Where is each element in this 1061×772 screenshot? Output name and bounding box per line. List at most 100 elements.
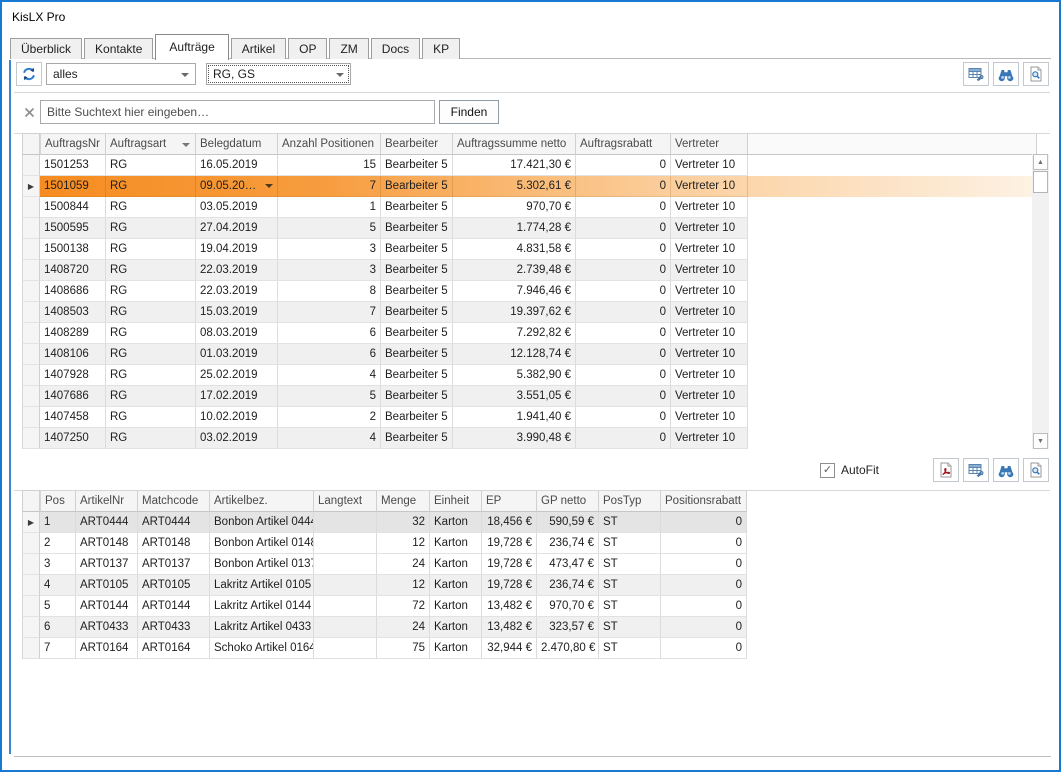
- table-row[interactable]: ▶1ART0444ART0444Bonbon Artikel 044432Kar…: [22, 512, 747, 533]
- column-header-bearbeiter[interactable]: Bearbeiter: [381, 133, 453, 155]
- table-cell-auftragsnr[interactable]: 1500595: [40, 218, 106, 239]
- scroll-up-button[interactable]: ▲: [1033, 154, 1048, 170]
- table-cell-summe[interactable]: 12.128,74 €: [453, 344, 576, 365]
- column-header-auftragsnr[interactable]: AuftragsNr: [40, 133, 106, 155]
- table-cell-artikelnr[interactable]: ART0144: [76, 596, 138, 617]
- doctype-filter-combo[interactable]: RG, GS: [206, 63, 351, 85]
- table-cell-pos[interactable]: 4: [40, 575, 76, 596]
- table-cell-bearbeiter[interactable]: Bearbeiter 5: [381, 239, 453, 260]
- table-cell-anzahl[interactable]: 4: [278, 428, 381, 449]
- search-binoculars-button[interactable]: [993, 62, 1019, 86]
- table-row[interactable]: 6ART0433ART0433Lakritz Artikel 043324Kar…: [22, 617, 747, 638]
- grid-settings-button[interactable]: [963, 458, 989, 482]
- table-row[interactable]: 1408503RG15.03.20197Bearbeiter 519.397,6…: [22, 302, 1037, 323]
- table-cell-anzahl[interactable]: 15: [278, 155, 381, 176]
- table-cell-summe[interactable]: 5.302,61 €: [453, 176, 576, 197]
- table-cell-auftragsart[interactable]: RG: [106, 281, 196, 302]
- table-cell-bearbeiter[interactable]: Bearbeiter 5: [381, 155, 453, 176]
- table-row[interactable]: 5ART0144ART0144Lakritz Artikel 014472Kar…: [22, 596, 747, 617]
- table-cell-einheit[interactable]: Karton: [430, 533, 482, 554]
- table-cell-langtext[interactable]: [314, 575, 377, 596]
- table-cell-vertreter[interactable]: Vertreter 10: [671, 386, 748, 407]
- table-cell-vertreter[interactable]: Vertreter 10: [671, 155, 748, 176]
- table-row[interactable]: 1408289RG08.03.20196Bearbeiter 57.292,82…: [22, 323, 1037, 344]
- table-cell-postyp[interactable]: ST: [599, 617, 661, 638]
- table-cell-belegdatum[interactable]: 01.03.2019: [196, 344, 278, 365]
- table-cell-langtext[interactable]: [314, 596, 377, 617]
- table-cell-auftragsart[interactable]: RG: [106, 344, 196, 365]
- table-cell-auftragsart[interactable]: RG: [106, 176, 196, 197]
- table-cell-anzahl[interactable]: 3: [278, 239, 381, 260]
- search-binoculars-button[interactable]: [993, 458, 1019, 482]
- table-cell-posrabatt[interactable]: 0: [661, 617, 747, 638]
- table-cell-gp[interactable]: 473,47 €: [537, 554, 599, 575]
- table-cell-belegdatum[interactable]: 27.04.2019: [196, 218, 278, 239]
- table-cell-postyp[interactable]: ST: [599, 596, 661, 617]
- table-cell-menge[interactable]: 24: [377, 617, 430, 638]
- table-cell-matchcode[interactable]: ART0137: [138, 554, 210, 575]
- scroll-down-button[interactable]: ▼: [1033, 433, 1048, 449]
- table-row[interactable]: 1408720RG22.03.20193Bearbeiter 52.739,48…: [22, 260, 1037, 281]
- table-cell-vertreter[interactable]: Vertreter 10: [671, 197, 748, 218]
- table-cell-pos[interactable]: 5: [40, 596, 76, 617]
- table-cell-pos[interactable]: 3: [40, 554, 76, 575]
- table-cell-summe[interactable]: 1.941,40 €: [453, 407, 576, 428]
- table-cell-rabatt[interactable]: 0: [576, 323, 671, 344]
- table-cell-bearbeiter[interactable]: Bearbeiter 5: [381, 197, 453, 218]
- table-cell-bearbeiter[interactable]: Bearbeiter 5: [381, 302, 453, 323]
- table-cell-artikelnr[interactable]: ART0148: [76, 533, 138, 554]
- column-header-vertreter[interactable]: Vertreter: [671, 133, 748, 155]
- table-cell-belegdatum[interactable]: 03.05.2019: [196, 197, 278, 218]
- table-cell-auftragsart[interactable]: RG: [106, 218, 196, 239]
- table-cell-pos[interactable]: 2: [40, 533, 76, 554]
- table-cell-bearbeiter[interactable]: Bearbeiter 5: [381, 281, 453, 302]
- column-header-gp[interactable]: GP netto: [537, 490, 599, 512]
- table-cell-belegdatum[interactable]: 10.02.2019: [196, 407, 278, 428]
- table-row[interactable]: 1407250RG03.02.20194Bearbeiter 53.990,48…: [22, 428, 1037, 449]
- table-row[interactable]: 1500844RG03.05.20191Bearbeiter 5970,70 €…: [22, 197, 1037, 218]
- column-header-anzahl[interactable]: Anzahl Positionen: [278, 133, 381, 155]
- table-cell-bearbeiter[interactable]: Bearbeiter 5: [381, 260, 453, 281]
- column-header-belegdatum[interactable]: Belegdatum: [196, 133, 278, 155]
- table-cell-auftragsnr[interactable]: 1408720: [40, 260, 106, 281]
- table-cell-auftragsnr[interactable]: 1408289: [40, 323, 106, 344]
- cell-dropdown-icon[interactable]: [265, 184, 273, 192]
- table-row[interactable]: 1407928RG25.02.20194Bearbeiter 55.382,90…: [22, 365, 1037, 386]
- table-cell-auftragsnr[interactable]: 1500138: [40, 239, 106, 260]
- table-row[interactable]: ▶1501059RG09.05.20…7Bearbeiter 55.302,61…: [22, 176, 1037, 197]
- column-header-ep[interactable]: EP: [482, 490, 537, 512]
- table-cell-belegdatum[interactable]: 22.03.2019: [196, 281, 278, 302]
- column-header-pos[interactable]: Pos: [40, 490, 76, 512]
- table-cell-artikelbez[interactable]: Schoko Artikel 0164: [210, 638, 314, 659]
- table-cell-anzahl[interactable]: 4: [278, 365, 381, 386]
- tab-zm[interactable]: ZM: [329, 38, 368, 59]
- table-cell-matchcode[interactable]: ART0444: [138, 512, 210, 533]
- table-cell-auftragsart[interactable]: RG: [106, 239, 196, 260]
- table-cell-gp[interactable]: 970,70 €: [537, 596, 599, 617]
- table-cell-posrabatt[interactable]: 0: [661, 596, 747, 617]
- column-header-artikelbez[interactable]: Artikelbez.: [210, 490, 314, 512]
- table-cell-anzahl[interactable]: 8: [278, 281, 381, 302]
- table-row[interactable]: 1500595RG27.04.20195Bearbeiter 51.774,28…: [22, 218, 1037, 239]
- table-cell-summe[interactable]: 5.382,90 €: [453, 365, 576, 386]
- table-cell-gp[interactable]: 590,59 €: [537, 512, 599, 533]
- table-cell-matchcode[interactable]: ART0105: [138, 575, 210, 596]
- grid-settings-button[interactable]: [963, 62, 989, 86]
- table-cell-auftragsnr[interactable]: 1501253: [40, 155, 106, 176]
- table-cell-matchcode[interactable]: ART0164: [138, 638, 210, 659]
- table-cell-auftragsart[interactable]: RG: [106, 407, 196, 428]
- table-cell-auftragsnr[interactable]: 1408106: [40, 344, 106, 365]
- table-cell-postyp[interactable]: ST: [599, 554, 661, 575]
- table-cell-vertreter[interactable]: Vertreter 10: [671, 302, 748, 323]
- table-cell-artikelnr[interactable]: ART0433: [76, 617, 138, 638]
- table-row[interactable]: 1500138RG19.04.20193Bearbeiter 54.831,58…: [22, 239, 1037, 260]
- table-cell-auftragsnr[interactable]: 1407928: [40, 365, 106, 386]
- table-cell-ep[interactable]: 32,944 €: [482, 638, 537, 659]
- table-cell-pos[interactable]: 7: [40, 638, 76, 659]
- table-cell-vertreter[interactable]: Vertreter 10: [671, 239, 748, 260]
- print-preview-button[interactable]: [1023, 458, 1049, 482]
- table-cell-postyp[interactable]: ST: [599, 512, 661, 533]
- column-header-auftragsart[interactable]: Auftragsart: [106, 133, 196, 155]
- table-cell-postyp[interactable]: ST: [599, 533, 661, 554]
- table-cell-anzahl[interactable]: 6: [278, 323, 381, 344]
